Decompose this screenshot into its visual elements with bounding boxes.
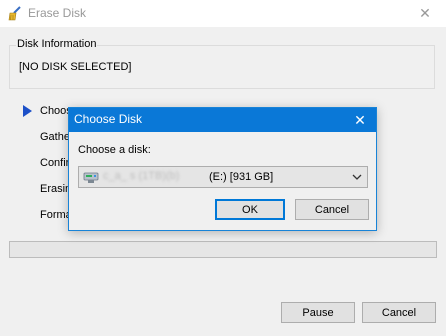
broom-icon bbox=[8, 6, 21, 21]
chevron-down-icon[interactable] bbox=[351, 171, 363, 183]
window-title: Erase Disk bbox=[28, 6, 87, 20]
close-icon[interactable]: ✕ bbox=[412, 4, 438, 22]
disk-information-value: [NO DISK SELECTED] bbox=[19, 61, 132, 73]
step-format: Forma bbox=[40, 209, 72, 221]
choose-disk-label: Choose a disk: bbox=[78, 144, 151, 156]
cancel-button[interactable]: Cancel bbox=[362, 302, 436, 323]
pause-button[interactable]: Pause bbox=[281, 302, 355, 323]
ok-button[interactable]: OK bbox=[215, 199, 285, 220]
dialog-titlebar: Choose Disk ✕ bbox=[69, 108, 376, 132]
dialog-cancel-button[interactable]: Cancel bbox=[295, 199, 369, 220]
close-icon[interactable]: ✕ bbox=[349, 110, 371, 130]
step-erasing: Erasin bbox=[40, 183, 72, 195]
disk-select[interactable]: c_a_ s (1TB)(b) (E:) [931 GB] bbox=[78, 166, 368, 188]
step-confirm: Confir bbox=[40, 157, 70, 169]
drive-icon bbox=[83, 172, 99, 183]
disk-name: c_a_ s (1TB)(b) bbox=[103, 170, 180, 182]
disk-information-legend: Disk Information bbox=[16, 38, 98, 50]
play-arrow-icon bbox=[23, 105, 32, 117]
dialog-title: Choose Disk bbox=[74, 112, 143, 126]
choose-disk-dialog: Choose Disk ✕ Choose a disk: c_a_ s (1TB… bbox=[68, 107, 377, 231]
disk-detail: (E:) [931 GB] bbox=[209, 171, 274, 183]
step-gather: Gathe bbox=[40, 131, 70, 143]
window-titlebar: Erase Disk ✕ bbox=[0, 0, 446, 27]
progress-bar bbox=[9, 241, 437, 258]
